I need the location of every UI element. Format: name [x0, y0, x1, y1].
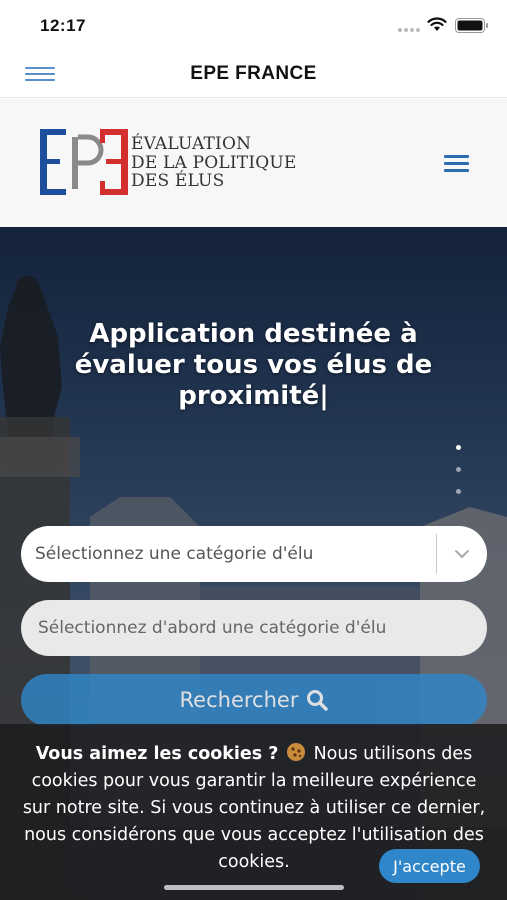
- logo-line: ÉVALUATION: [131, 134, 252, 154]
- category-select-value: Sélectionnez une catégorie d'élu: [35, 544, 314, 564]
- chevron-down-icon[interactable]: [453, 545, 471, 563]
- search-button[interactable]: Rechercher: [21, 674, 487, 726]
- search-icon: [307, 690, 329, 711]
- site-header: ÉVALUATION DE LA POLITIQUE DES ÉLUS: [0, 99, 507, 227]
- logo-wordmark[interactable]: ÉVALUATION DE LA POLITIQUE DES ÉLUS: [131, 135, 297, 191]
- logo-line: DE LA POLITIQUE: [131, 152, 297, 173]
- home-indicator[interactable]: [164, 885, 344, 890]
- cookie-banner: Vous aimez les cookies ? Nous utilisons …: [0, 724, 507, 900]
- hamburger-icon[interactable]: [444, 155, 469, 172]
- cookie-icon: [287, 743, 306, 761]
- logo-line: DES ÉLUS: [131, 171, 225, 191]
- battery-icon: [455, 18, 488, 33]
- status-bar: 12:17: [0, 0, 507, 50]
- app-title: EPE FRANCE: [190, 63, 317, 84]
- subcategory-select[interactable]: Sélectionnez d'abord une catégorie d'élu: [21, 600, 487, 656]
- slider-dot[interactable]: [456, 467, 461, 472]
- slider-dot[interactable]: [456, 489, 461, 494]
- wifi-icon: [427, 17, 447, 31]
- search-button-label: Rechercher: [179, 688, 299, 712]
- slider-dot[interactable]: [456, 445, 461, 450]
- hero-title-line: Application destinée à: [89, 319, 418, 349]
- epe-logo-mark[interactable]: [38, 127, 130, 197]
- status-time: 12:17: [40, 16, 86, 35]
- select-divider: [436, 534, 437, 574]
- hero-title: Application destinée à évaluer tous vos …: [30, 319, 477, 412]
- hero-title-line: évaluer tous vos élus de: [74, 350, 433, 380]
- accept-cookies-button[interactable]: J'accepte: [379, 849, 480, 883]
- subcategory-select-value: Sélectionnez d'abord une catégorie d'élu: [38, 618, 387, 638]
- cookie-heading: Vous aimez les cookies ?: [35, 744, 279, 764]
- slider-pagination: [456, 445, 461, 511]
- hero-title-line: proximité|: [178, 381, 329, 411]
- signal-dots-icon: [398, 28, 420, 32]
- app-nav-bar: EPE FRANCE: [0, 50, 507, 98]
- category-select[interactable]: Sélectionnez une catégorie d'élu: [21, 526, 487, 582]
